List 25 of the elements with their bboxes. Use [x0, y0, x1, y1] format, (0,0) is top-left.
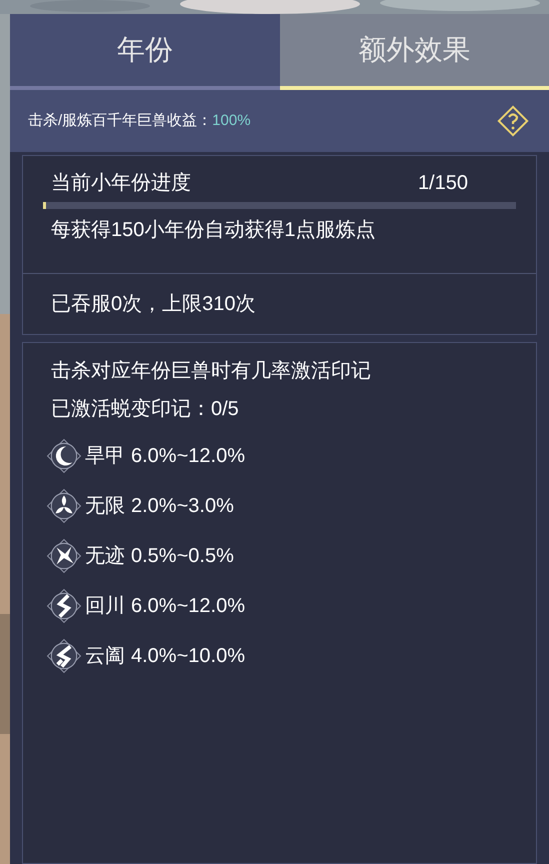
yield-value: 100%: [212, 110, 251, 131]
progress-note: 每获得150小年份自动获得1点服炼点: [50, 218, 376, 243]
marks-intro: 击杀对应年份巨兽时有几率激活印记: [51, 359, 372, 384]
mark-chance: 2.0%~3.0%: [131, 494, 234, 519]
mark-chance: 6.0%~12.0%: [131, 594, 245, 619]
mark-icon: [45, 587, 83, 625]
help-icon[interactable]: [495, 103, 531, 139]
mark-name: 云阖: [85, 644, 125, 669]
mark-icon: [45, 437, 83, 475]
tab[interactable]: 年份: [10, 14, 280, 90]
mark-name: 旱甲: [85, 444, 125, 469]
mark-name: 无限: [85, 494, 125, 519]
mark-name: 回川: [85, 594, 125, 619]
mark-name: 无迹: [85, 544, 125, 569]
mark-chance: 4.0%~10.0%: [131, 644, 245, 669]
mark-chance: 0.5%~0.5%: [131, 544, 234, 569]
mark-icon: [45, 487, 83, 525]
activated-count: 已激活蜕变印记：0/5: [51, 397, 240, 422]
mark-icon: [45, 637, 83, 675]
progress-title: 当前小年份进度: [51, 171, 191, 196]
mark-chance: 6.0%~12.0%: [131, 444, 245, 469]
yield-label: 击杀/服炼百千年巨兽收益：: [28, 110, 212, 131]
consumed-count: 已吞服0次，上限310次: [51, 292, 256, 317]
progress-reading: 1/150: [418, 171, 468, 196]
mark-icon: [45, 537, 83, 575]
